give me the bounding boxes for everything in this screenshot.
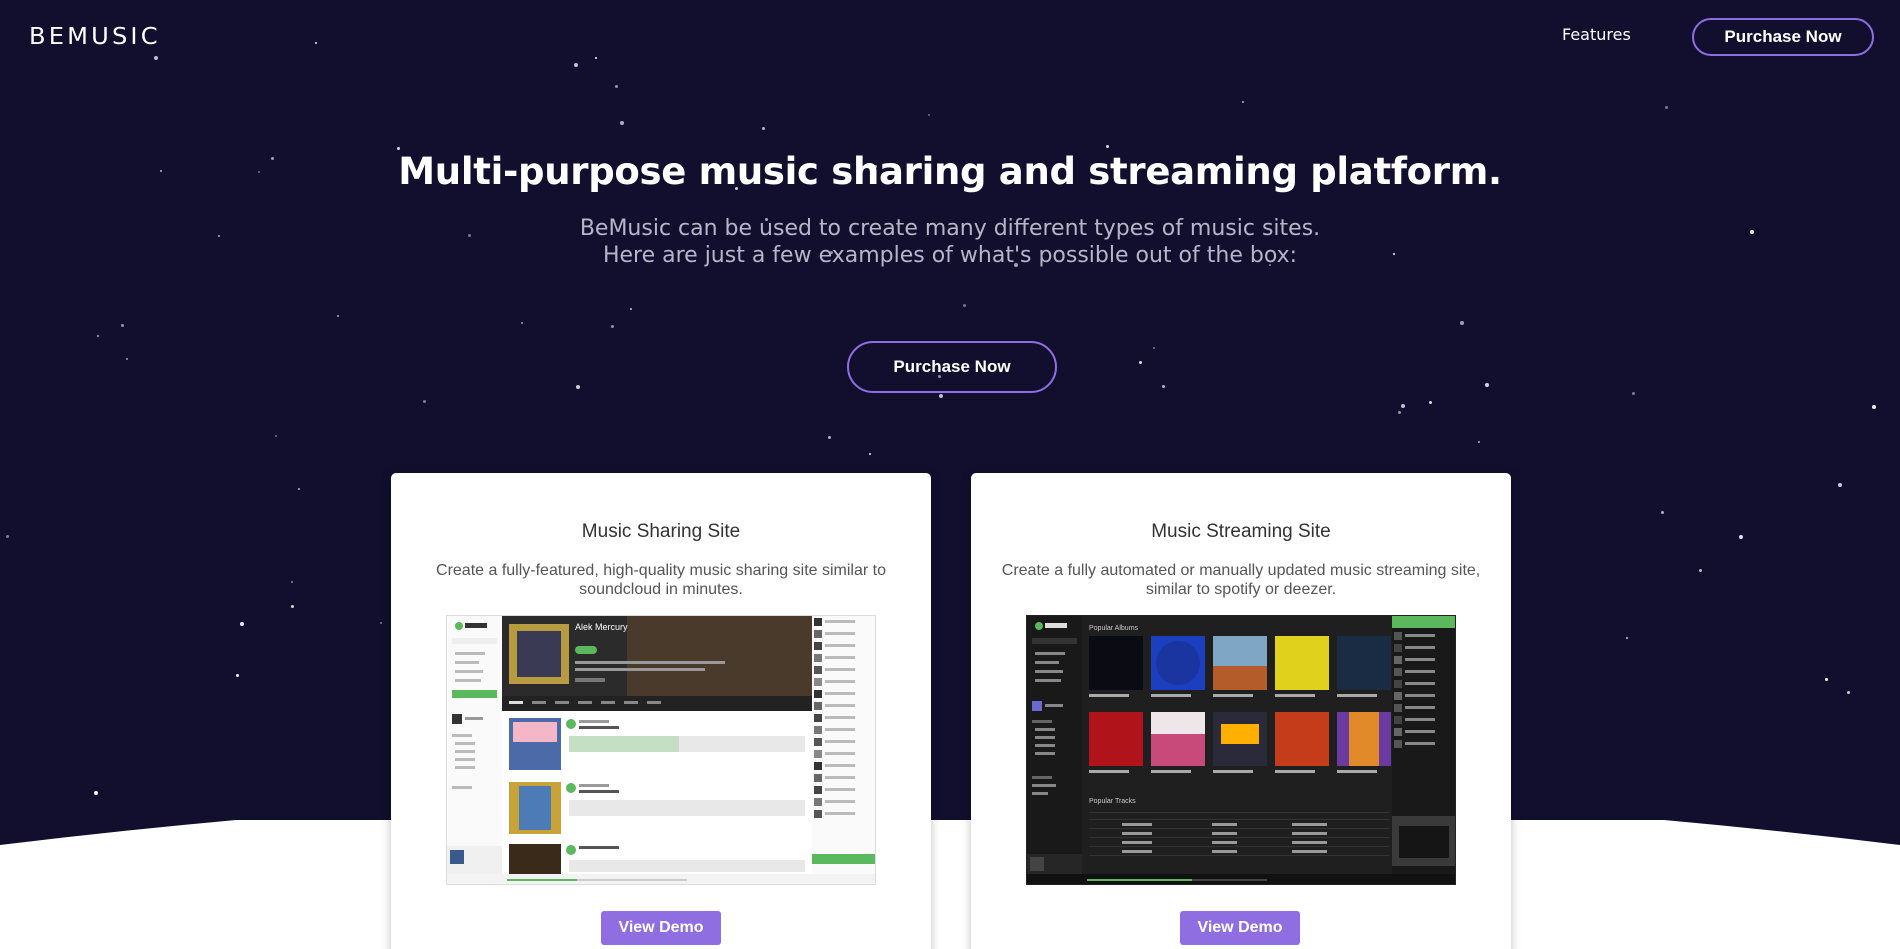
star-dot (1398, 411, 1401, 414)
star-dot (275, 435, 277, 437)
star-dot (1661, 511, 1664, 514)
music-sharing-screenshot[interactable]: Alek Mercury (446, 615, 876, 885)
star-dot (1872, 405, 1876, 409)
star-dot (620, 121, 624, 125)
streaming-screenshot-drawing: Popular Albums Popular Tracks (1027, 616, 1455, 884)
nav-features-link[interactable]: Features (1562, 25, 1631, 44)
star-dot (630, 308, 632, 310)
star-dot (615, 85, 618, 88)
star-dot (291, 581, 293, 583)
star-dot (380, 622, 382, 624)
star-dot (298, 488, 300, 490)
star-dot (423, 400, 426, 403)
star-dot (928, 114, 930, 116)
hero-title: Multi-purpose music sharing and streamin… (398, 150, 1502, 193)
card-description: Create a fully-featured, high-quality mu… (436, 562, 886, 598)
star-dot (240, 622, 244, 626)
artist-name: Alek Mercury (575, 622, 628, 632)
star-dot (1665, 106, 1668, 109)
star-dot (1106, 145, 1109, 148)
star-dot (939, 394, 943, 398)
star-dot (291, 605, 294, 608)
view-demo-button[interactable]: View Demo (601, 911, 721, 945)
star-dot (1460, 321, 1464, 325)
star-dot (611, 325, 614, 328)
popular-tracks-heading: Popular Tracks (1089, 798, 1136, 805)
star-dot (1626, 637, 1628, 639)
star-dot (1162, 385, 1165, 388)
star-dot (762, 127, 765, 130)
header-purchase-button[interactable]: Purchase Now (1692, 18, 1874, 56)
star-dot (521, 322, 523, 324)
bemusic-logo[interactable]: BEMUSIC (29, 24, 161, 50)
music-streaming-screenshot[interactable]: Popular Albums Popular Tracks (1026, 615, 1456, 885)
star-dot (97, 335, 99, 337)
star-dot (963, 304, 966, 307)
hero-subtitle: BeMusic can be used to create many diffe… (0, 215, 1900, 269)
star-dot (1838, 483, 1842, 487)
star-dot (126, 358, 128, 360)
starfield-background (0, 0, 1900, 949)
star-dot (828, 436, 831, 439)
star-dot (1632, 392, 1635, 395)
star-dot (6, 535, 9, 538)
view-demo-button[interactable]: View Demo (1180, 911, 1300, 945)
star-dot (1847, 691, 1850, 694)
star-dot (869, 453, 871, 455)
star-dot (1242, 101, 1244, 103)
star-dot (94, 791, 98, 795)
star-dot (576, 385, 580, 389)
star-dot (1478, 441, 1480, 443)
star-dot (337, 315, 339, 317)
star-dot (1739, 535, 1743, 539)
hero-purchase-button[interactable]: Purchase Now (847, 341, 1057, 393)
music-sharing-card: Music Sharing Site Create a fully-featur… (391, 473, 931, 949)
music-streaming-card: Music Streaming Site Create a fully auto… (971, 473, 1511, 949)
star-dot (1153, 347, 1155, 349)
card-title: Music Sharing Site (581, 521, 741, 542)
star-dot (1401, 404, 1405, 408)
hero-subtitle-line-2: Here are just a few examples of what's p… (602, 243, 1298, 268)
site-header: BEMUSIC Features Purchase Now (0, 0, 1900, 74)
star-dot (1429, 401, 1432, 404)
star-dot (1825, 678, 1828, 681)
hero-bottom-curve (0, 820, 1900, 949)
star-dot (1485, 383, 1489, 387)
card-title: Music Streaming Site (1151, 521, 1331, 542)
hero-subtitle-line-1: BeMusic can be used to create many diffe… (579, 216, 1321, 241)
sharing-screenshot-drawing: Alek Mercury (447, 616, 875, 884)
hero-section: Multi-purpose music sharing and streamin… (0, 150, 1900, 269)
card-description: Create a fully automated or manually upd… (1001, 562, 1481, 598)
star-dot (1139, 361, 1142, 364)
star-dot (1699, 569, 1702, 572)
popular-albums-heading: Popular Albums (1089, 625, 1139, 632)
star-dot (236, 674, 239, 677)
star-dot (121, 324, 124, 327)
